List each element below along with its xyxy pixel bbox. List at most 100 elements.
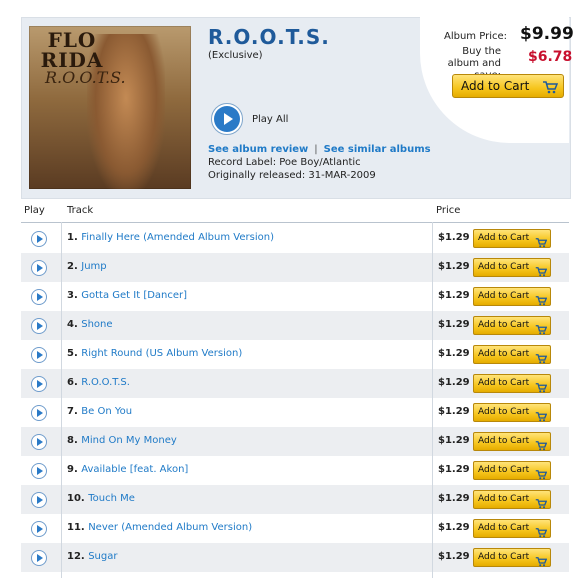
album-price-label: Album Price: bbox=[444, 31, 507, 42]
track-number: 1. bbox=[67, 232, 78, 243]
track-link[interactable]: Be On You bbox=[81, 406, 132, 417]
track-row: 7. Be On You $1.29 Add to Cart bbox=[21, 398, 569, 427]
track-add-to-cart-label: Add to Cart bbox=[478, 378, 530, 388]
track-row: 10. Touch Me $1.29 Add to Cart bbox=[21, 485, 569, 514]
column-track: Track bbox=[67, 205, 94, 216]
album-add-to-cart-button[interactable]: Add to Cart bbox=[452, 74, 564, 98]
play-track-icon[interactable] bbox=[31, 347, 47, 363]
track-link[interactable]: Right Round (US Album Version) bbox=[81, 348, 242, 359]
column-divider bbox=[432, 222, 433, 578]
track-number: 2. bbox=[67, 261, 78, 272]
shopping-cart-icon bbox=[535, 262, 548, 281]
track-title: 1. Finally Here (Amended Album Version) bbox=[67, 232, 274, 243]
track-link[interactable]: Shone bbox=[81, 319, 112, 330]
similar-albums-link[interactable]: See similar albums bbox=[324, 144, 431, 155]
album-add-to-cart-label: Add to Cart bbox=[461, 79, 530, 93]
track-add-to-cart-label: Add to Cart bbox=[478, 523, 530, 533]
track-row: 1. Finally Here (Amended Album Version) $… bbox=[21, 224, 569, 253]
track-row: 12. Sugar $1.29 Add to Cart bbox=[21, 543, 569, 572]
track-row: 5. Right Round (US Album Version) $1.29 Ad… bbox=[21, 340, 569, 369]
track-add-to-cart-label: Add to Cart bbox=[478, 407, 530, 417]
link-separator: | bbox=[314, 144, 318, 155]
track-link[interactable]: Available [feat. Akon] bbox=[81, 464, 188, 475]
play-track-icon[interactable] bbox=[31, 231, 47, 247]
shopping-cart-icon bbox=[535, 407, 548, 426]
column-divider bbox=[61, 222, 62, 578]
shopping-cart-icon bbox=[535, 552, 548, 571]
bundle-save-price: $6.78 bbox=[528, 49, 573, 65]
play-all-icon bbox=[211, 103, 243, 135]
column-price: Price bbox=[436, 205, 461, 216]
track-add-to-cart-button[interactable]: Add to Cart bbox=[473, 345, 551, 364]
track-add-to-cart-button[interactable]: Add to Cart bbox=[473, 403, 551, 422]
track-row: 3. Gotta Get It [Dancer] $1.29 Add to Cart bbox=[21, 282, 569, 311]
album-review-link[interactable]: See album review bbox=[208, 144, 308, 155]
track-number: 6. bbox=[67, 377, 78, 388]
track-add-to-cart-label: Add to Cart bbox=[478, 320, 530, 330]
track-add-to-cart-button[interactable]: Add to Cart bbox=[473, 490, 551, 509]
track-price: $1.29 bbox=[438, 435, 470, 446]
play-track-icon[interactable] bbox=[31, 434, 47, 450]
play-track-icon[interactable] bbox=[31, 405, 47, 421]
track-price: $1.29 bbox=[438, 377, 470, 388]
track-price: $1.29 bbox=[438, 522, 470, 533]
play-all-button[interactable]: Play All bbox=[211, 103, 288, 135]
track-price: $1.29 bbox=[438, 319, 470, 330]
track-add-to-cart-button[interactable]: Add to Cart bbox=[473, 374, 551, 393]
play-track-icon[interactable] bbox=[31, 376, 47, 392]
track-price: $1.29 bbox=[438, 493, 470, 504]
shopping-cart-icon bbox=[535, 436, 548, 455]
shopping-cart-icon bbox=[535, 523, 548, 542]
track-link[interactable]: Jump bbox=[81, 261, 106, 272]
play-track-icon[interactable] bbox=[31, 463, 47, 479]
shopping-cart-icon bbox=[535, 465, 548, 484]
track-link[interactable]: R.O.O.T.S. bbox=[81, 377, 130, 388]
track-add-to-cart-button[interactable]: Add to Cart bbox=[473, 287, 551, 306]
play-track-icon[interactable] bbox=[31, 260, 47, 276]
track-add-to-cart-button[interactable]: Add to Cart bbox=[473, 519, 551, 538]
track-price: $1.29 bbox=[438, 261, 470, 272]
album-cover-image: FLO RIDA R.O.O.T.S. bbox=[29, 26, 191, 189]
cover-title-text: R.O.O.T.S. bbox=[45, 68, 126, 87]
play-track-icon[interactable] bbox=[31, 492, 47, 508]
track-add-to-cart-button[interactable]: Add to Cart bbox=[473, 461, 551, 480]
track-number: 10. bbox=[67, 493, 85, 504]
track-add-to-cart-button[interactable]: Add to Cart bbox=[473, 229, 551, 248]
play-track-icon[interactable] bbox=[31, 318, 47, 334]
track-row: 6. R.O.O.T.S. $1.29 Add to Cart bbox=[21, 369, 569, 398]
track-title: 5. Right Round (US Album Version) bbox=[67, 348, 242, 359]
play-track-icon[interactable] bbox=[31, 289, 47, 305]
shopping-cart-icon bbox=[535, 494, 548, 513]
track-title: 11. Never (Amended Album Version) bbox=[67, 522, 252, 533]
track-add-to-cart-label: Add to Cart bbox=[478, 465, 530, 475]
track-link[interactable]: Finally Here (Amended Album Version) bbox=[81, 232, 274, 243]
track-add-to-cart-button[interactable]: Add to Cart bbox=[473, 316, 551, 335]
track-number: 5. bbox=[67, 348, 78, 359]
album-title: R.O.O.T.S. bbox=[208, 25, 330, 49]
play-track-icon[interactable] bbox=[31, 521, 47, 537]
track-link[interactable]: Gotta Get It [Dancer] bbox=[81, 290, 187, 301]
track-add-to-cart-label: Add to Cart bbox=[478, 233, 530, 243]
track-link[interactable]: Sugar bbox=[88, 551, 117, 562]
track-link[interactable]: Never (Amended Album Version) bbox=[88, 522, 252, 533]
track-link[interactable]: Touch Me bbox=[88, 493, 135, 504]
play-track-icon[interactable] bbox=[31, 550, 47, 566]
shopping-cart-icon bbox=[542, 79, 559, 98]
track-number: 9. bbox=[67, 464, 78, 475]
track-add-to-cart-button[interactable]: Add to Cart bbox=[473, 432, 551, 451]
record-label: Record Label: Poe Boy/Atlantic bbox=[208, 157, 361, 168]
track-link[interactable]: Mind On My Money bbox=[81, 435, 177, 446]
shopping-cart-icon bbox=[535, 349, 548, 368]
track-number: 3. bbox=[67, 290, 78, 301]
track-row: 4. Shone $1.29 Add to Cart bbox=[21, 311, 569, 340]
track-add-to-cart-label: Add to Cart bbox=[478, 494, 530, 504]
track-title: 4. Shone bbox=[67, 319, 113, 330]
column-play: Play bbox=[24, 205, 45, 216]
track-row: 2. Jump $1.29 Add to Cart bbox=[21, 253, 569, 282]
track-add-to-cart-button[interactable]: Add to Cart bbox=[473, 548, 551, 567]
track-price: $1.29 bbox=[438, 232, 470, 243]
release-date: Originally released: 31-MAR-2009 bbox=[208, 170, 376, 181]
track-price: $1.29 bbox=[438, 290, 470, 301]
track-price: $1.29 bbox=[438, 464, 470, 475]
track-add-to-cart-button[interactable]: Add to Cart bbox=[473, 258, 551, 277]
